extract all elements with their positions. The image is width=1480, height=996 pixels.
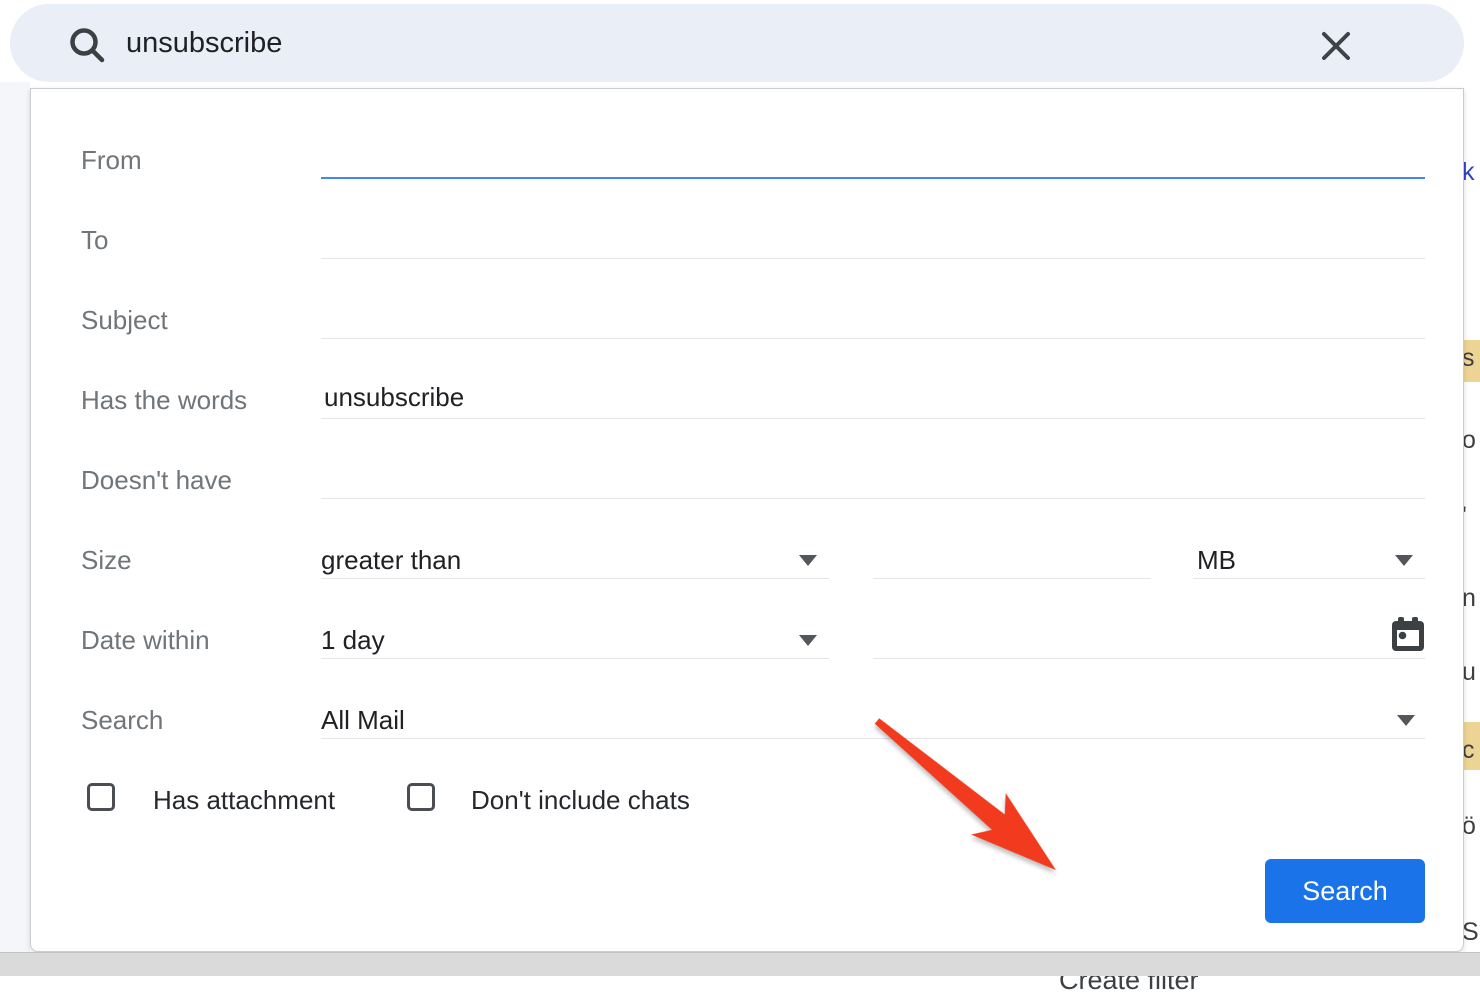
- background-text-fragment: c: [1462, 736, 1480, 765]
- search-button[interactable]: Search: [1265, 859, 1425, 923]
- gmail-search-bar[interactable]: [10, 4, 1464, 82]
- has-words-underline: [321, 418, 1425, 419]
- background-text-fragment: S: [1462, 918, 1480, 947]
- size-comparator-underline: [321, 578, 829, 579]
- window-bottom-edge: [0, 952, 1480, 976]
- background-text-fragment: ': [1462, 502, 1480, 531]
- doesnt-have-input[interactable]: [321, 459, 1425, 495]
- search-scope-value: All Mail: [321, 705, 405, 736]
- date-range-underline: [321, 658, 829, 659]
- from-underline-focused: [321, 177, 1425, 179]
- size-unit-value: MB: [1197, 545, 1236, 576]
- date-within-label: Date within: [81, 625, 210, 656]
- close-icon[interactable]: [1318, 28, 1354, 64]
- date-input[interactable]: [873, 619, 1373, 655]
- background-text-fragment: k: [1462, 158, 1480, 187]
- background-text-fragment: s: [1462, 344, 1480, 373]
- search-scope-underline: [321, 738, 1425, 739]
- dropdown-arrow-icon: [799, 635, 817, 646]
- subject-label: Subject: [81, 305, 168, 336]
- from-label: From: [81, 145, 142, 176]
- to-input[interactable]: [321, 219, 1425, 255]
- date-range-select[interactable]: 1 day: [321, 617, 829, 661]
- background-text-fragment: n: [1462, 584, 1480, 613]
- dont-include-chats-label[interactable]: Don't include chats: [471, 785, 690, 816]
- has-words-input[interactable]: [324, 379, 1425, 415]
- dropdown-arrow-icon: [799, 555, 817, 566]
- search-scope-label: Search: [81, 705, 163, 736]
- subject-input[interactable]: [321, 299, 1425, 335]
- doesnt-have-label: Doesn't have: [81, 465, 232, 496]
- background-text-fragment: u: [1462, 658, 1480, 687]
- doesnt-have-underline: [321, 498, 1425, 499]
- search-scope-select[interactable]: All Mail: [321, 697, 1425, 741]
- dropdown-arrow-icon: [1397, 715, 1415, 726]
- size-value-input[interactable]: [873, 539, 1151, 575]
- has-words-label: Has the words: [81, 385, 247, 416]
- size-unit-select[interactable]: MB: [1193, 537, 1425, 581]
- dropdown-arrow-icon: [1395, 555, 1413, 566]
- size-label: Size: [81, 545, 132, 576]
- size-comparator-value: greater than: [321, 545, 461, 576]
- advanced-search-panel: From To Subject Has the words Doesn't ha…: [30, 88, 1464, 952]
- to-label: To: [81, 225, 108, 256]
- size-value-underline: [873, 578, 1151, 579]
- has-attachment-checkbox[interactable]: [87, 783, 115, 811]
- background-text-fragment: ö: [1462, 812, 1480, 841]
- has-attachment-label[interactable]: Has attachment: [153, 785, 335, 816]
- subject-underline: [321, 338, 1425, 339]
- dont-include-chats-checkbox[interactable]: [407, 783, 435, 811]
- from-input[interactable]: [321, 139, 1425, 175]
- page-left-gutter: [0, 82, 30, 952]
- date-range-value: 1 day: [321, 625, 385, 656]
- calendar-icon[interactable]: [1391, 617, 1425, 653]
- search-icon[interactable]: [68, 26, 106, 64]
- date-underline: [873, 658, 1425, 659]
- search-input[interactable]: [126, 4, 1246, 82]
- size-unit-underline: [1193, 578, 1425, 579]
- background-text-fragment: o: [1462, 426, 1480, 455]
- to-underline: [321, 258, 1425, 259]
- size-comparator-select[interactable]: greater than: [321, 537, 829, 581]
